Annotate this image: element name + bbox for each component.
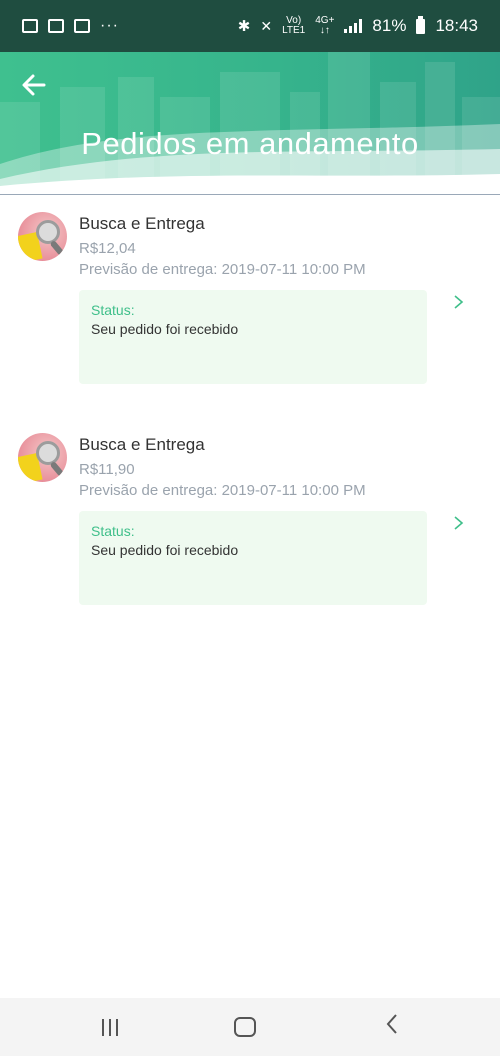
status-bar: ··· ✱ ✕ Vo) LTE1 4G+ ↓↑ 81% 18:43 <box>0 0 500 52</box>
data-activity-label: ↓↑ <box>319 25 330 36</box>
order-status-box: Status: Seu pedido foi recebido <box>79 511 427 605</box>
app-notification-icon <box>74 19 90 33</box>
lte-label: LTE1 <box>282 25 306 36</box>
arrow-left-icon <box>22 74 46 96</box>
gallery-icon <box>22 19 38 33</box>
order-item[interactable]: Busca e Entrega R$11,90 Previsão de entr… <box>0 416 500 637</box>
status-text: Seu pedido foi recebido <box>91 542 239 558</box>
orders-list: Busca e Entrega R$12,04 Previsão de entr… <box>0 195 500 637</box>
order-title: Busca e Entrega <box>79 214 205 233</box>
order-price: R$11,90 <box>79 461 135 478</box>
order-delivery-forecast: Previsão de entrega: 2019-07-11 10:00 PM <box>79 482 366 499</box>
order-details-button[interactable] <box>452 293 470 315</box>
order-title: Busca e Entrega <box>79 435 205 454</box>
chevron-right-icon <box>454 516 464 530</box>
recent-apps-button[interactable] <box>95 1014 125 1040</box>
order-price: R$12,04 <box>79 240 136 257</box>
bluetooth-icon: ✱ <box>237 18 251 35</box>
battery-percent: 81% <box>372 16 407 35</box>
back-button[interactable] <box>20 72 52 98</box>
network-type-indicator: 4G+ ↓↑ <box>315 16 334 36</box>
page-title: Pedidos em andamento <box>81 126 419 161</box>
clock: 18:43 <box>435 16 478 35</box>
status-label: Status: <box>91 523 135 539</box>
order-delivery-forecast: Previsão de entrega: 2019-07-11 10:00 PM <box>79 261 366 278</box>
chevron-right-icon <box>454 295 464 309</box>
system-navigation-bar <box>0 998 500 1056</box>
order-details-button[interactable] <box>452 514 470 536</box>
battery-icon <box>416 15 426 34</box>
home-button[interactable] <box>234 1017 256 1037</box>
system-back-button[interactable] <box>377 1012 407 1038</box>
status-bar-notifications: ··· <box>22 17 119 35</box>
mute-icon: ✕ <box>260 17 273 34</box>
order-item[interactable]: Busca e Entrega R$12,04 Previsão de entr… <box>0 195 500 416</box>
service-avatar <box>18 212 67 261</box>
order-status-box: Status: Seu pedido foi recebido <box>79 290 427 384</box>
more-notifications-icon: ··· <box>100 17 119 34</box>
status-bar-system: ✱ ✕ Vo) LTE1 4G+ ↓↑ 81% 18:43 <box>237 15 478 36</box>
service-avatar <box>18 433 67 482</box>
page-header: Pedidos em andamento <box>0 52 500 194</box>
status-text: Seu pedido foi recebido <box>91 321 239 337</box>
status-label: Status: <box>91 302 135 318</box>
chevron-left-icon <box>386 1014 397 1034</box>
volte-indicator: Vo) LTE1 <box>282 16 305 36</box>
signal-icon <box>344 19 363 33</box>
phone-icon <box>48 19 64 33</box>
